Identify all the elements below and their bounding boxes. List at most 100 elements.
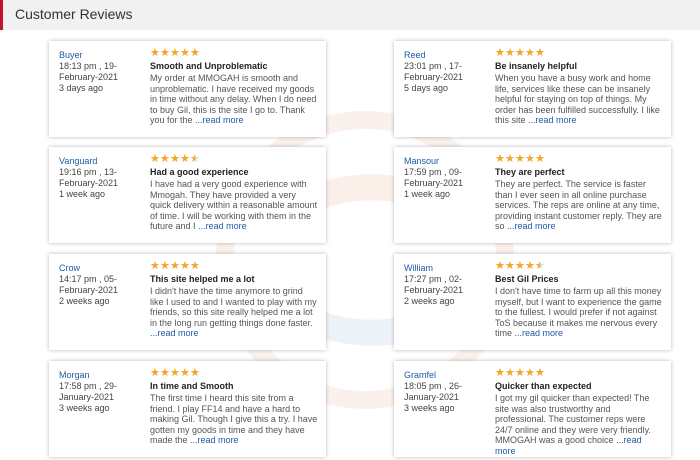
star-icon: ★ ★ <box>170 46 180 59</box>
star-icon: ★ ★ <box>515 152 525 165</box>
review-content: ★ ★ ★ ★ ★ ★ ★ ★ ★ ★ This site helped me a lot I did… <box>150 260 318 339</box>
star-icon: ★ ★ <box>170 259 180 272</box>
star-icon: ★ ★ <box>525 259 535 272</box>
reviewer-name[interactable]: Buyer <box>59 50 139 61</box>
review-time: 17:58 pm , 29- <box>59 381 118 391</box>
rating-stars: ★ ★ ★ ★ ★ ★ ★ ★ ★ ★ <box>150 47 318 58</box>
review-date: February-2021 <box>59 72 119 82</box>
review-date: February-2021 <box>59 178 119 188</box>
review-date: February-2021 <box>404 178 464 188</box>
star-icon: ★ ★ <box>535 366 545 379</box>
star-icon: ★ ★ <box>505 46 515 59</box>
review-title: Be insanely helpful <box>495 61 578 71</box>
reviewer-name[interactable]: Crow <box>59 263 139 274</box>
review-time: 18:05 pm , 26- <box>404 381 463 391</box>
review-date: January-2021 <box>404 392 460 402</box>
review-body: The first time I heard this site from a … <box>150 393 318 446</box>
review-ago: 1 week ago <box>404 189 451 199</box>
review-body: I got my gil quicker than expected! The … <box>495 393 663 456</box>
star-icon: ★ ★ <box>505 259 515 272</box>
review-ago: 5 days ago <box>404 83 449 93</box>
review-date: February-2021 <box>59 285 119 295</box>
reviewer-meta: Buyer 18:13 pm , 19- February-2021 3 days a… <box>59 50 139 94</box>
rating-stars: ★ ★ ★ ★ ★ ★ ★ ★ ★ ★ <box>150 367 318 378</box>
star-icon: ★ ★ <box>180 46 190 59</box>
star-icon: ★ ★ <box>495 46 505 59</box>
review-card: Crow 14:17 pm , 05- February-2021 2 weeks a… <box>49 254 326 350</box>
review-time: 14:17 pm , 05- <box>59 274 118 284</box>
review-card: William 17:27 pm , 02- February-2021 2 week… <box>394 254 671 350</box>
star-icon: ★ ★ <box>515 366 525 379</box>
star-icon: ★ ★ <box>150 366 160 379</box>
reviewer-name[interactable]: Gramfel <box>404 370 484 381</box>
reviewer-meta: Reed 23:01 pm , 17- February-2021 5 days ag… <box>404 50 484 94</box>
read-more-link[interactable]: ...read more <box>515 328 564 338</box>
review-card: Morgan 17:58 pm , 29- January-2021 3 weeks … <box>49 361 326 457</box>
reviewer-name[interactable]: Mansour <box>404 156 484 167</box>
review-content: ★ ★ ★ ★ ★ ★ ★ ★ ★ ★ In time and Smooth The first ti… <box>150 367 318 446</box>
star-icon: ★ ★ <box>170 152 180 165</box>
review-body: I didn't have the time anymore to grind … <box>150 286 318 339</box>
review-title: In time and Smooth <box>150 381 234 391</box>
reviewer-meta: Gramfel 18:05 pm , 26- January-2021 3 weeks… <box>404 370 484 414</box>
star-icon: ★ ★ <box>495 152 505 165</box>
star-icon: ★ ★ <box>190 259 200 272</box>
read-more-link[interactable]: ...read more <box>528 115 577 125</box>
review-ago: 3 days ago <box>59 83 104 93</box>
star-icon: ★ ★ <box>505 366 515 379</box>
read-more-link[interactable]: ...read more <box>195 115 244 125</box>
section-title: Customer Reviews <box>15 6 133 22</box>
review-date: February-2021 <box>404 72 464 82</box>
star-icon: ★ ★ <box>535 46 545 59</box>
read-more-link[interactable]: ...read more <box>198 221 247 231</box>
star-icon: ★ ★ <box>160 46 170 59</box>
star-icon: ★ ★ <box>150 46 160 59</box>
review-title: Smooth and Unproblematic <box>150 61 268 71</box>
review-time: 17:27 pm , 02- <box>404 274 463 284</box>
reviewer-name[interactable]: William <box>404 263 484 274</box>
review-card: Mansour 17:59 pm , 09- February-2021 1 week… <box>394 147 671 243</box>
review-content: ★ ★ ★ ★ ★ ★ ★ ★ ★ ★ Be insanely helpful When you ha… <box>495 47 663 126</box>
review-title: Quicker than expected <box>495 381 592 391</box>
review-time: 23:01 pm , 17- <box>404 61 463 71</box>
review-body: When you have a busy work and home life,… <box>495 73 663 126</box>
section-header: Customer Reviews <box>0 0 700 30</box>
star-icon: ★ ★ <box>525 46 535 59</box>
review-time: 18:13 pm , 19- <box>59 61 118 71</box>
star-icon: ★ ★ <box>180 259 190 272</box>
rating-stars: ★ ★ ★ ★ ★ ★ ★ ★ ★ ★ <box>150 260 318 271</box>
star-icon: ★ ★ <box>160 366 170 379</box>
review-content: ★ ★ ★ ★ ★ ★ ★ ★ ★ ★ Had a good experience I have ha… <box>150 153 318 232</box>
review-body: I don't have time to farm up all this mo… <box>495 286 663 339</box>
star-icon: ★ ★ <box>535 152 545 165</box>
review-card: Reed 23:01 pm , 17- February-2021 5 days ag… <box>394 41 671 137</box>
star-icon: ★ ★ <box>180 152 190 165</box>
star-icon: ★ ★ <box>495 259 505 272</box>
review-ago: 2 weeks ago <box>404 296 455 306</box>
review-content: ★ ★ ★ ★ ★ ★ ★ ★ ★ ★ They are perfect They are perfe… <box>495 153 663 232</box>
review-body: My order at MMOGAH is smooth and unprobl… <box>150 73 318 126</box>
rating-stars: ★ ★ ★ ★ ★ ★ ★ ★ ★ ★ <box>495 153 663 164</box>
read-more-link[interactable]: ...read more <box>507 221 556 231</box>
reviewer-name[interactable]: Reed <box>404 50 484 61</box>
review-card: Buyer 18:13 pm , 19- February-2021 3 days a… <box>49 41 326 137</box>
review-text: I didn't have the time anymore to grind … <box>150 286 317 328</box>
star-icon: ★ ★ <box>150 259 160 272</box>
star-icon: ★ ★ <box>160 259 170 272</box>
star-icon: ★ ★ <box>160 152 170 165</box>
review-card: Gramfel 18:05 pm , 26- January-2021 3 weeks… <box>394 361 671 457</box>
read-more-link[interactable]: ...read more <box>150 328 199 338</box>
reviewer-name[interactable]: Morgan <box>59 370 139 381</box>
star-icon: ★ ★ <box>515 259 525 272</box>
review-time: 17:59 pm , 09- <box>404 167 463 177</box>
star-icon: ★ ★ <box>495 366 505 379</box>
review-content: ★ ★ ★ ★ ★ ★ ★ ★ ★ ★ Best Gil Prices I don't have ti… <box>495 260 663 339</box>
review-content: ★ ★ ★ ★ ★ ★ ★ ★ ★ ★ Smooth and Unproblematic My ord… <box>150 47 318 126</box>
review-title: This site helped me a lot <box>150 274 255 284</box>
reviewer-meta: Vanguard 19:16 pm , 13- February-2021 1 wee… <box>59 156 139 200</box>
review-card: Vanguard 19:16 pm , 13- February-2021 1 wee… <box>49 147 326 243</box>
review-text: When you have a busy work and home life,… <box>495 73 660 125</box>
rating-stars: ★ ★ ★ ★ ★ ★ ★ ★ ★ ★ <box>495 367 663 378</box>
read-more-link[interactable]: ...read more <box>190 435 239 445</box>
reviewer-name[interactable]: Vanguard <box>59 156 139 167</box>
